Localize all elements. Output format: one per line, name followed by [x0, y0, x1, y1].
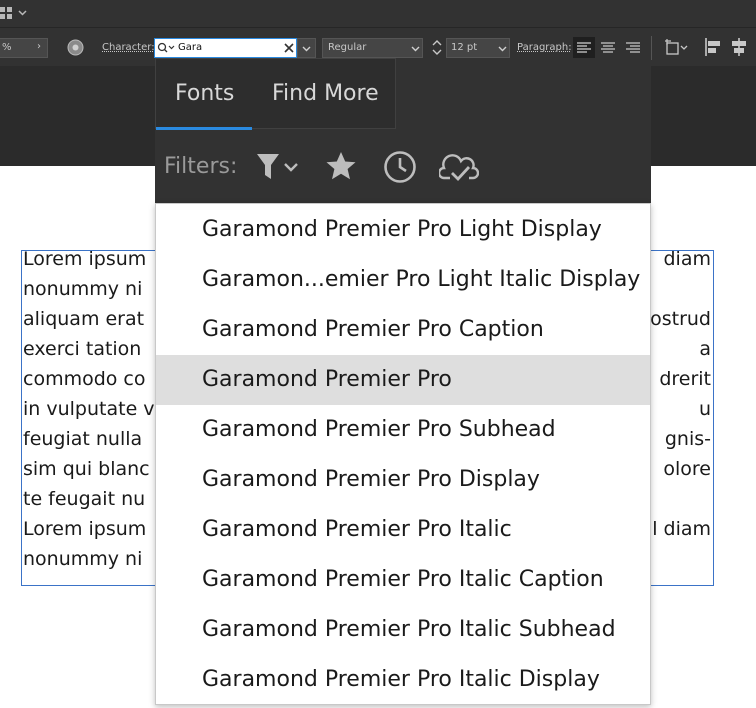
text-line-left: Lorem ipsum — [23, 248, 147, 270]
text-line-right: gnis- — [664, 428, 711, 450]
chevron-down-icon — [302, 46, 311, 52]
chevron-down-icon — [498, 46, 507, 52]
text-line-right: drerit — [659, 368, 711, 390]
text-line-left: exerci tation — [23, 338, 142, 360]
align-objects-center-icon[interactable] — [731, 38, 747, 56]
font-name: Garamond Premier Pro Display — [202, 467, 540, 492]
font-list-item[interactable]: Garamond Premier Pro Light Display — [156, 205, 650, 255]
font-list-item[interactable]: Garamond Premier Pro Italic — [156, 505, 650, 555]
recently-added-clock-icon[interactable] — [383, 150, 417, 184]
tab-find-more[interactable]: Find More — [272, 81, 379, 106]
text-line-right: l diam — [652, 518, 711, 540]
align-left-icon — [577, 42, 591, 53]
font-search-field[interactable]: Gara — [154, 38, 297, 58]
font-list-item[interactable]: Garamon...emier Pro Light Italic Display — [156, 255, 650, 305]
text-line-left: aliquam erat — [23, 308, 145, 330]
text-line-right: a — [699, 338, 711, 360]
chevron-right-icon[interactable]: › — [37, 41, 41, 52]
align-objects-left-icon[interactable] — [705, 38, 721, 56]
font-size-value: 12 pt — [451, 42, 478, 53]
opacity-field[interactable]: % › — [0, 38, 48, 58]
font-list-item[interactable]: Garamond Premier Pro Caption — [156, 305, 650, 355]
font-tabs: Fonts Find More — [155, 58, 396, 130]
align-left-button[interactable] — [573, 37, 595, 59]
clear-search-icon[interactable] — [284, 43, 294, 53]
workspace-grid-icon[interactable] — [0, 7, 14, 19]
font-size-field[interactable]: 12 pt — [446, 38, 510, 58]
font-name: Garamond Premier Pro Italic Subhead — [202, 617, 616, 642]
recolor-icon[interactable] — [67, 39, 84, 56]
font-name: Garamond Premier Pro — [202, 367, 452, 392]
tab-fonts[interactable]: Fonts — [175, 81, 234, 106]
font-name: Garamond Premier Pro Italic Display — [202, 667, 600, 692]
font-list-item[interactable]: Garamond Premier Pro Italic Caption — [156, 555, 650, 605]
app-bar — [0, 0, 756, 27]
text-line-left: commodo co — [23, 368, 146, 390]
font-list-item[interactable]: Garamond Premier Pro Subhead — [156, 405, 650, 455]
font-list-item-selected[interactable]: Garamond Premier Pro — [156, 355, 650, 405]
align-center-icon[interactable] — [601, 42, 615, 54]
activated-fonts-cloud-icon[interactable] — [439, 152, 479, 184]
font-name: Garamon...emier Pro Light Italic Display — [202, 267, 641, 292]
text-line-right: olore — [663, 458, 711, 480]
opacity-value: % — [2, 42, 12, 53]
favorites-star-icon[interactable] — [325, 151, 357, 181]
chevron-down-icon[interactable] — [18, 10, 27, 16]
font-search-input[interactable]: Gara — [178, 42, 202, 53]
toolbar-divider — [651, 36, 652, 60]
font-popup-panel: Fonts Find More Filters: — [155, 58, 651, 203]
font-list-item[interactable]: Garamond Premier Pro Italic Subhead — [156, 605, 650, 655]
text-line-right: u — [698, 398, 711, 420]
font-style-select[interactable]: Regular — [322, 38, 423, 58]
text-line-right: ostrud — [650, 308, 711, 330]
font-list-item[interactable]: Garamond Premier Pro Italic Display — [156, 655, 650, 705]
font-name: Garamond Premier Pro Light Display — [202, 217, 602, 242]
font-name: Garamond Premier Pro Italic Caption — [202, 567, 604, 592]
transform-icon[interactable] — [665, 39, 689, 57]
text-line-left: in vulputate v — [23, 398, 155, 420]
font-name: Garamond Premier Pro Italic — [202, 517, 512, 542]
text-line-left: te feugait nu — [23, 488, 146, 510]
align-right-icon[interactable] — [626, 42, 640, 54]
character-label[interactable]: Character: — [102, 42, 155, 53]
text-line-left: feugiat nulla — [23, 428, 143, 450]
font-name: Garamond Premier Pro Caption — [202, 317, 544, 342]
chevron-down-icon — [411, 46, 420, 52]
filters-label: Filters: — [164, 154, 238, 179]
font-style-value: Regular — [328, 42, 367, 53]
active-tab-indicator — [156, 127, 252, 130]
font-family-dropdown-button[interactable] — [297, 38, 316, 58]
search-icon — [157, 42, 175, 53]
text-line-left: sim qui blanc — [23, 458, 150, 480]
font-results-list: Garamond Premier Pro Light Display Garam… — [155, 203, 651, 705]
size-stepper-icon[interactable] — [432, 39, 442, 56]
paragraph-label[interactable]: Paragraph: — [517, 42, 572, 53]
text-line-left: nonummy ni — [23, 548, 143, 570]
text-line-right: diam — [663, 248, 712, 270]
font-name: Garamond Premier Pro Subhead — [202, 417, 556, 442]
text-line-left: Lorem ipsum — [23, 518, 147, 540]
filter-classification-icon[interactable] — [255, 152, 303, 182]
font-list-item[interactable]: Garamond Premier Pro Display — [156, 455, 650, 505]
text-line-left: nonummy ni — [23, 278, 143, 300]
